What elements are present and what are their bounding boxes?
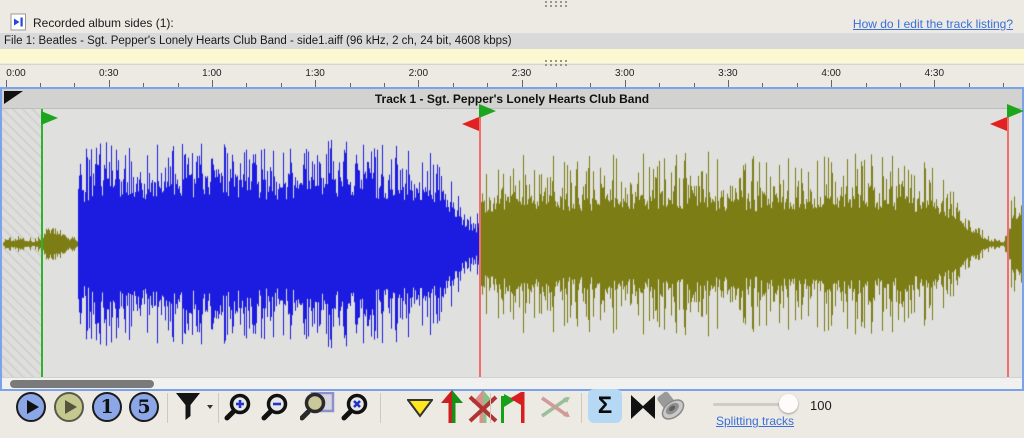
ruler-label: 2:00 [403,68,433,79]
ruler-tick [831,80,832,87]
splitting-tracks-link[interactable]: Splitting tracks [716,414,794,428]
ruler-tick [212,80,213,87]
play-5-seconds-icon: 5 [137,398,150,417]
recorded-sides-label: Recorded album sides (1): [33,16,174,30]
play-5-seconds-button[interactable]: 5 [129,392,159,422]
scrollbar-thumb[interactable] [10,380,154,388]
toolbar-separator [380,393,381,423]
track-start-flag[interactable] [41,111,58,125]
toolbar-separator [167,393,168,423]
file-list-item[interactable]: File 1: Beatles - Sgt. Pepper's Lonely H… [0,33,1024,49]
ruler-tick [625,80,626,87]
track-boundary-flags-icon [498,390,528,424]
file-list-empty-row [0,49,1024,63]
goto-marker-button[interactable] [407,399,433,424]
speaker-icon [656,389,692,425]
play-quiet-button[interactable] [54,392,84,422]
join-tracks-icon [628,393,658,421]
track-boundary-line[interactable] [479,109,481,377]
ruler-tick [109,80,110,87]
ruler-tick [418,80,419,87]
pane-splitter [0,64,1024,65]
ruler-label: 3:00 [610,68,640,79]
ruler-label: 0:30 [94,68,124,79]
ruler-tick [315,80,316,87]
corner-marker[interactable] [4,91,23,104]
delete-track-break-icon [468,390,498,424]
track-end-flag[interactable] [462,117,479,131]
next-track-start-flag[interactable] [479,104,496,118]
ruler-tick [934,80,935,87]
audition-button[interactable] [656,389,692,430]
ruler-tick [522,80,523,87]
filter-icon [174,392,214,422]
waveform-area[interactable] [2,109,1022,377]
time-ruler[interactable]: 0:00 0:30 1:00 1:30 2:00 2:30 3:00 3:30 4:00 4:30 [0,66,1024,87]
insert-track-break-button[interactable] [438,390,466,429]
track-title-bar[interactable]: Track 1 - Sgt. Pepper's Lonely Hearts Cl… [2,89,1022,109]
next-track-start-flag[interactable] [1007,104,1024,118]
goto-marker-icon [407,399,433,419]
sum-channels-button[interactable]: Σ [588,389,622,423]
pane-splitter-grip-top[interactable] [545,1,571,8]
zoom-to-selection-icon [300,392,336,422]
volume-slider-thumb[interactable] [779,394,798,413]
toolbar-separator [581,393,582,423]
zoom-out-button[interactable] [261,393,289,426]
ruler-label: 4:30 [919,68,949,79]
ruler-label: 1:00 [197,68,227,79]
toolbar-separator [490,393,491,423]
play-1-second-button[interactable]: 1 [92,392,122,422]
horizontal-scrollbar[interactable] [2,377,1022,389]
zoom-reset-button[interactable] [341,393,369,426]
ruler-label: 3:30 [713,68,743,79]
track-start-line[interactable] [41,109,43,377]
toolbar-separator [218,393,219,423]
swap-track-breaks-button[interactable] [540,393,572,426]
insert-track-break-icon [438,390,466,424]
help-edit-track-listing-link[interactable]: How do I edit the track listing? [853,17,1013,31]
play-button[interactable] [16,392,46,422]
album-side-file-icon [10,13,27,31]
track-boundary-line[interactable] [1007,109,1009,377]
sigma-icon: Σ [598,394,612,418]
ruler-label: 2:30 [507,68,537,79]
zoom-reset-icon [341,393,369,421]
ruler-label: 1:30 [300,68,330,79]
ruler-tick [728,80,729,87]
zoom-out-icon [261,393,289,421]
filter-dropdown-button[interactable] [174,392,214,427]
ruler-label: 0:00 [1,68,31,79]
waveform-panel: Track 1 - Sgt. Pepper's Lonely Hearts Cl… [0,87,1024,391]
play-icon [27,400,39,414]
delete-track-break-button[interactable] [468,390,498,429]
swap-track-breaks-icon [540,393,572,421]
ruler-label: 4:00 [816,68,846,79]
zoom-in-icon [224,393,252,421]
join-tracks-button[interactable] [628,393,658,426]
track-boundary-flags-button[interactable] [498,390,528,429]
play-quiet-icon [65,400,77,414]
play-1-second-icon: 1 [100,398,113,417]
zoom-to-selection-button[interactable] [300,392,336,427]
track-end-flag[interactable] [990,117,1007,131]
waveform-canvas[interactable] [2,109,1022,377]
ruler-tick [6,80,7,87]
volume-value: 100 [810,398,832,413]
zoom-in-button[interactable] [224,393,252,426]
